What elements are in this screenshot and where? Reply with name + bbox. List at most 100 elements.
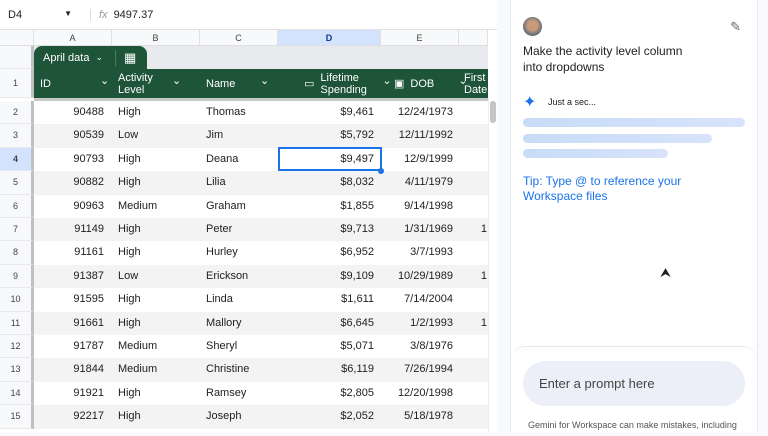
formula-input[interactable]: 9497.37 xyxy=(114,9,154,21)
cell[interactable]: 91149 xyxy=(34,218,104,241)
cell[interactable]: $1,611 xyxy=(278,288,374,311)
select-all[interactable] xyxy=(0,30,34,46)
cell[interactable]: Medium xyxy=(118,195,198,218)
row-header[interactable]: 6 xyxy=(0,194,34,218)
cell[interactable]: Graham xyxy=(206,195,276,218)
cell[interactable]: 7/26/1994 xyxy=(381,358,453,381)
column-header-cell[interactable]: ▣ DOB ⌄ xyxy=(394,69,468,98)
cell[interactable]: Thomas xyxy=(206,101,276,124)
cell[interactable]: 1 xyxy=(459,312,487,335)
cell[interactable] xyxy=(459,288,487,311)
column-header-F[interactable] xyxy=(459,30,488,46)
fill-handle[interactable] xyxy=(378,168,384,174)
cell[interactable]: 1 xyxy=(459,265,487,288)
edit-pencil-icon[interactable]: ✎ xyxy=(730,19,741,35)
cell[interactable] xyxy=(459,241,487,264)
cell[interactable]: 7/14/2004 xyxy=(381,288,453,311)
cell[interactable]: 1/31/1969 xyxy=(381,218,453,241)
cell[interactable] xyxy=(459,124,487,147)
cell[interactable]: 12/11/1992 xyxy=(381,124,453,147)
row-header[interactable]: 11 xyxy=(0,311,34,335)
cell[interactable]: 12/24/1973 xyxy=(381,101,453,124)
row-header[interactable]: 5 xyxy=(0,171,34,195)
cell[interactable]: 3/7/1993 xyxy=(381,241,453,264)
cell[interactable]: 10/29/1989 xyxy=(381,265,453,288)
cell[interactable]: 12/20/1998 xyxy=(381,382,453,405)
cell[interactable]: Mallory xyxy=(206,312,276,335)
cell[interactable]: 90882 xyxy=(34,171,104,194)
cell[interactable]: High xyxy=(118,148,198,171)
cell[interactable]: 90539 xyxy=(34,124,104,147)
cell[interactable] xyxy=(459,335,487,358)
cell[interactable]: Sheryl xyxy=(206,335,276,358)
row-header[interactable]: 13 xyxy=(0,358,34,382)
column-header-cell[interactable]: ID ⌄ xyxy=(40,69,109,98)
cell[interactable]: High xyxy=(118,405,198,428)
row-header[interactable]: 2 xyxy=(0,101,34,125)
cell[interactable]: $8,032 xyxy=(278,171,374,194)
table-name-tab[interactable]: April data ⌄ ▦ xyxy=(34,46,147,69)
cell[interactable]: 90963 xyxy=(34,195,104,218)
cell[interactable]: 90793 xyxy=(34,148,104,171)
cell[interactable]: $9,713 xyxy=(278,218,374,241)
row-header[interactable]: 8 xyxy=(0,241,34,265)
cell[interactable]: 5/18/1978 xyxy=(381,405,453,428)
cell[interactable]: High xyxy=(118,312,198,335)
cell[interactable]: $6,952 xyxy=(278,241,374,264)
cell[interactable]: High xyxy=(118,218,198,241)
vertical-scrollbar[interactable] xyxy=(488,98,497,432)
cell[interactable] xyxy=(459,195,487,218)
cell[interactable]: Medium xyxy=(118,335,198,358)
cell[interactable]: Low xyxy=(118,265,198,288)
column-header-cell[interactable]: First Date xyxy=(464,69,494,98)
cell[interactable]: 91787 xyxy=(34,335,104,358)
row-header[interactable]: 1 xyxy=(0,69,34,98)
chevron-down-icon[interactable]: ⌄ xyxy=(100,75,109,87)
cell[interactable]: 4/11/1979 xyxy=(381,171,453,194)
cell[interactable]: Ramsey xyxy=(206,382,276,405)
column-header-C[interactable]: C xyxy=(200,30,278,46)
row-header[interactable]: 4 xyxy=(0,147,34,172)
chevron-down-icon[interactable]: ⌄ xyxy=(172,75,181,87)
column-header-cell[interactable]: ▭ Lifetime Spending ⌄ xyxy=(304,69,392,98)
cell[interactable]: $9,109 xyxy=(278,265,374,288)
cell[interactable]: High xyxy=(118,101,198,124)
cell[interactable]: 91844 xyxy=(34,358,104,381)
cell[interactable] xyxy=(459,171,487,194)
cell[interactable]: 91661 xyxy=(34,312,104,335)
cell[interactable]: Erickson xyxy=(206,265,276,288)
column-header-B[interactable]: B xyxy=(112,30,200,46)
cell[interactable] xyxy=(459,101,487,124)
row-header[interactable]: 10 xyxy=(0,288,34,312)
cell[interactable]: High xyxy=(118,241,198,264)
cell[interactable]: Low xyxy=(118,124,198,147)
column-header-cell[interactable]: Name ⌄ xyxy=(206,69,269,98)
cell[interactable]: High xyxy=(118,171,198,194)
row-header[interactable]: 12 xyxy=(0,335,34,359)
cell[interactable]: 91161 xyxy=(34,241,104,264)
cell[interactable]: $6,645 xyxy=(278,312,374,335)
cell[interactable]: 1/2/1993 xyxy=(381,312,453,335)
cell[interactable]: Medium xyxy=(118,358,198,381)
cell[interactable]: 3/8/1976 xyxy=(381,335,453,358)
cell[interactable]: $2,052 xyxy=(278,405,374,428)
row-header[interactable]: 3 xyxy=(0,124,34,148)
cell[interactable]: 91595 xyxy=(34,288,104,311)
cell[interactable]: 90488 xyxy=(34,101,104,124)
cell[interactable]: Jim xyxy=(206,124,276,147)
cell[interactable] xyxy=(459,382,487,405)
cell[interactable]: $1,855 xyxy=(278,195,374,218)
cell[interactable]: 91387 xyxy=(34,265,104,288)
cell[interactable]: $5,792 xyxy=(278,124,374,147)
cell[interactable]: $2,805 xyxy=(278,382,374,405)
cell[interactable]: 92217 xyxy=(34,405,104,428)
cell[interactable] xyxy=(459,148,487,171)
cell[interactable]: Peter xyxy=(206,218,276,241)
cell[interactable]: $9,461 xyxy=(278,101,374,124)
row-header[interactable]: 9 xyxy=(0,264,34,289)
cell[interactable] xyxy=(459,405,487,428)
row-header[interactable]: 14 xyxy=(0,381,34,406)
cell[interactable]: 9/14/1998 xyxy=(381,195,453,218)
cell[interactable]: Hurley xyxy=(206,241,276,264)
chevron-down-icon[interactable]: ⌄ xyxy=(382,75,391,87)
